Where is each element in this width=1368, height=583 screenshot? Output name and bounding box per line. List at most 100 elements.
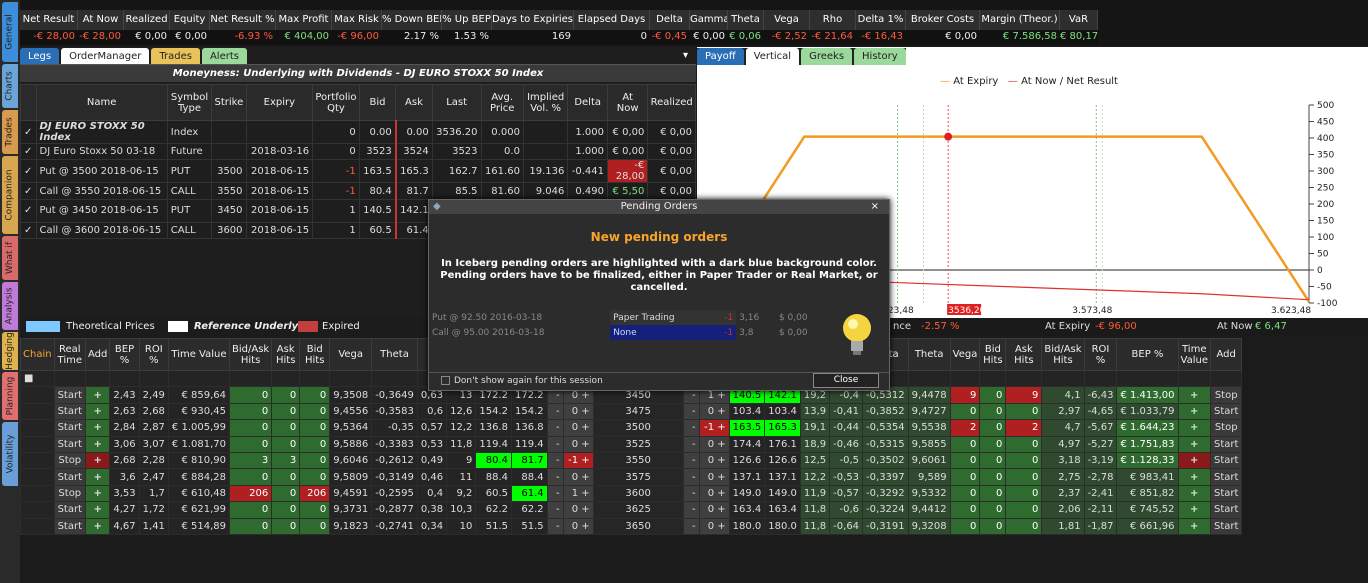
chain-row[interactable]: Start +4,27 1,72 € 621,99 0 0 0 9,3731 -0,2877 0,…	[20, 501, 1243, 519]
left-tab-trades[interactable]: Trades	[151, 48, 200, 65]
right-tab-history[interactable]: History	[854, 48, 906, 65]
chain-cell[interactable]: Stop	[53, 484, 87, 503]
chain-cell[interactable]: Start	[1209, 517, 1243, 535]
chain-row[interactable]: Start +3,6 2,47 € 884,28 0 0 0 9,5809 -0,3149 0,4…	[20, 468, 1243, 486]
chain-cell[interactable]: -	[546, 501, 564, 519]
chain-cell[interactable]: +	[1177, 468, 1211, 486]
chain-cell[interactable]: Start	[53, 402, 87, 421]
chain-cell[interactable]: +	[1177, 402, 1211, 421]
checkbox-box[interactable]	[441, 376, 450, 385]
chain-cell[interactable]: -	[546, 517, 564, 535]
side-tab-6[interactable]: Hedging	[2, 332, 18, 370]
left-tab-ordermanager[interactable]: OrderManager	[61, 48, 150, 65]
chain-cell[interactable]: 0 +	[698, 402, 730, 421]
chain-cell[interactable]: +	[1177, 517, 1211, 535]
chain-cell[interactable]: -	[546, 435, 564, 453]
chain-cell[interactable]: 0 +	[562, 435, 594, 453]
chain-cell[interactable]: +	[85, 517, 111, 535]
chain-cell[interactable]: +	[1177, 501, 1211, 519]
chain-cell[interactable]: 0 +	[698, 435, 730, 453]
chain-cell[interactable]: Start	[53, 468, 87, 486]
chain-cell[interactable]: Start	[1209, 484, 1243, 503]
chain-cell[interactable]: -	[546, 484, 564, 503]
chain-cell[interactable]: +	[1177, 451, 1211, 470]
chain-cell[interactable]: -1 +	[698, 419, 730, 437]
chain-cell[interactable]: 0 +	[698, 451, 730, 470]
side-tab-3[interactable]: Companion	[2, 156, 18, 234]
chain-cell[interactable]: Stop	[53, 451, 87, 470]
chain-cell[interactable]: 0 +	[698, 484, 730, 503]
chain-cell[interactable]: -	[682, 517, 700, 535]
chain-cell[interactable]: Start	[53, 386, 87, 404]
chain-cell[interactable]: -	[682, 419, 700, 437]
chain-cell[interactable]: Start	[1209, 451, 1243, 470]
chain-cell[interactable]: -	[682, 451, 700, 470]
chain-cell[interactable]: +	[85, 501, 111, 519]
close-button[interactable]: Close	[813, 373, 879, 388]
right-tab-greeks[interactable]: Greeks	[801, 48, 853, 65]
right-tab-vertical[interactable]: Vertical	[745, 48, 800, 65]
chain-cell[interactable]: +	[85, 468, 111, 486]
chain-cell[interactable]: +	[85, 402, 111, 421]
chain-cell[interactable]: Stop	[1209, 386, 1243, 404]
chain-cell[interactable]: 0 +	[698, 517, 730, 535]
side-tab-7[interactable]: Planning	[2, 372, 18, 420]
chain-row[interactable]: Start +2,84 2,87 € 1.005,99 0 0 0 9,5364 -0,35 0,…	[20, 419, 1243, 437]
chain-cell[interactable]: Start	[53, 517, 87, 535]
side-tab-4[interactable]: What if	[2, 236, 18, 280]
chain-cell[interactable]: +	[1177, 484, 1211, 503]
panel-menu-icon[interactable]: ▾	[1340, 50, 1345, 61]
legs-row[interactable]: ✓ DJ Euro Stoxx 50 03-18 Future 2018-03-16 0…	[20, 142, 696, 161]
close-icon[interactable]: ×	[871, 200, 879, 214]
chain-cell[interactable]: Start	[1209, 501, 1243, 519]
expand-icon[interactable]: ■	[20, 369, 55, 388]
chain-cell[interactable]: Stop	[1209, 419, 1243, 437]
pending-order-row[interactable]: Put @ 92.50 2016-03-18 Paper Trading -1 3,1…	[429, 310, 829, 325]
chain-cell[interactable]: +	[85, 419, 111, 437]
chain-cell[interactable]: +	[85, 386, 111, 404]
chain-cell[interactable]: Start	[1209, 435, 1243, 453]
chain-cell[interactable]: -	[682, 501, 700, 519]
chain-cell[interactable]: 0 +	[562, 517, 594, 535]
chain-cell[interactable]: Start	[53, 435, 87, 453]
side-tab-5[interactable]: Analysis	[2, 282, 18, 330]
chain-cell[interactable]: 0 +	[562, 468, 594, 486]
chain-cell[interactable]: Start	[1209, 468, 1243, 486]
chain-cell[interactable]: -	[546, 419, 564, 437]
chain-row[interactable]: Stop +3,53 1,7 € 610,48 206 0 206 9,4591 -0,2595…	[20, 484, 1243, 503]
chain-cell[interactable]: Start	[53, 501, 87, 519]
chain-row[interactable]: Start +3,06 3,07 € 1.081,70 0 0 0 9,5886 -0,3383…	[20, 435, 1243, 453]
left-tab-alerts[interactable]: Alerts	[201, 48, 247, 65]
chain-cell[interactable]: +	[1177, 386, 1211, 404]
chain-cell[interactable]: -	[682, 435, 700, 453]
chain-row[interactable]: Start +4,67 1,41 € 514,89 0 0 0 9,1823 -0,2741 0,…	[20, 517, 1243, 535]
legs-row[interactable]: ✓ Call @ 3550 2018-06-15 CALL 3550 2018-06-1…	[20, 182, 696, 200]
chain-cell[interactable]: 0 +	[698, 501, 730, 519]
chain-row[interactable]: Start +2,63 2,68 € 930,45 0 0 0 9,4556 -0,3583 0,…	[20, 402, 1243, 421]
chain-cell[interactable]: +	[85, 435, 111, 453]
side-tab-0[interactable]: General	[2, 2, 18, 62]
chain-cell[interactable]: -1 +	[562, 451, 594, 470]
chain-cell[interactable]: Start	[1209, 402, 1243, 421]
chain-cell[interactable]: -	[546, 451, 564, 470]
legs-row[interactable]: ✓ DJ EURO STOXX 50 Index Index 0 0.00 0.00 353…	[20, 120, 696, 144]
chain-cell[interactable]: -	[682, 484, 700, 503]
side-tab-2[interactable]: Trades	[2, 110, 18, 154]
right-tab-payoff[interactable]: Payoff	[697, 48, 744, 65]
chain-cell[interactable]: +	[85, 484, 111, 503]
pending-order-row[interactable]: Call @ 95.00 2016-03-18 None -1 3,8 $ 0,00	[429, 325, 829, 340]
side-tab-1[interactable]: Charts	[2, 64, 18, 108]
side-tab-8[interactable]: Volatility	[2, 422, 18, 486]
chain-cell[interactable]: 0 +	[562, 501, 594, 519]
dont-show-checkbox[interactable]: Don't show again for this session	[441, 376, 603, 386]
chain-cell[interactable]: Start	[53, 419, 87, 437]
chain-cell[interactable]: 0 +	[562, 402, 594, 421]
chain-row[interactable]: Stop +2,68 2,28 € 810,90 3 3 0 9,6046 -0,2612 0,4…	[20, 451, 1243, 470]
left-tab-legs[interactable]: Legs	[20, 48, 60, 65]
chain-cell[interactable]: 0 +	[698, 468, 730, 486]
chain-cell[interactable]: -	[546, 402, 564, 421]
chain-cell[interactable]: +	[85, 451, 111, 470]
legs-row[interactable]: ✓ Put @ 3500 2018-06-15 PUT 3500 2018-06-15-…	[20, 159, 696, 184]
chain-cell[interactable]: 0 +	[562, 419, 594, 437]
chain-cell[interactable]: +	[1177, 419, 1211, 437]
